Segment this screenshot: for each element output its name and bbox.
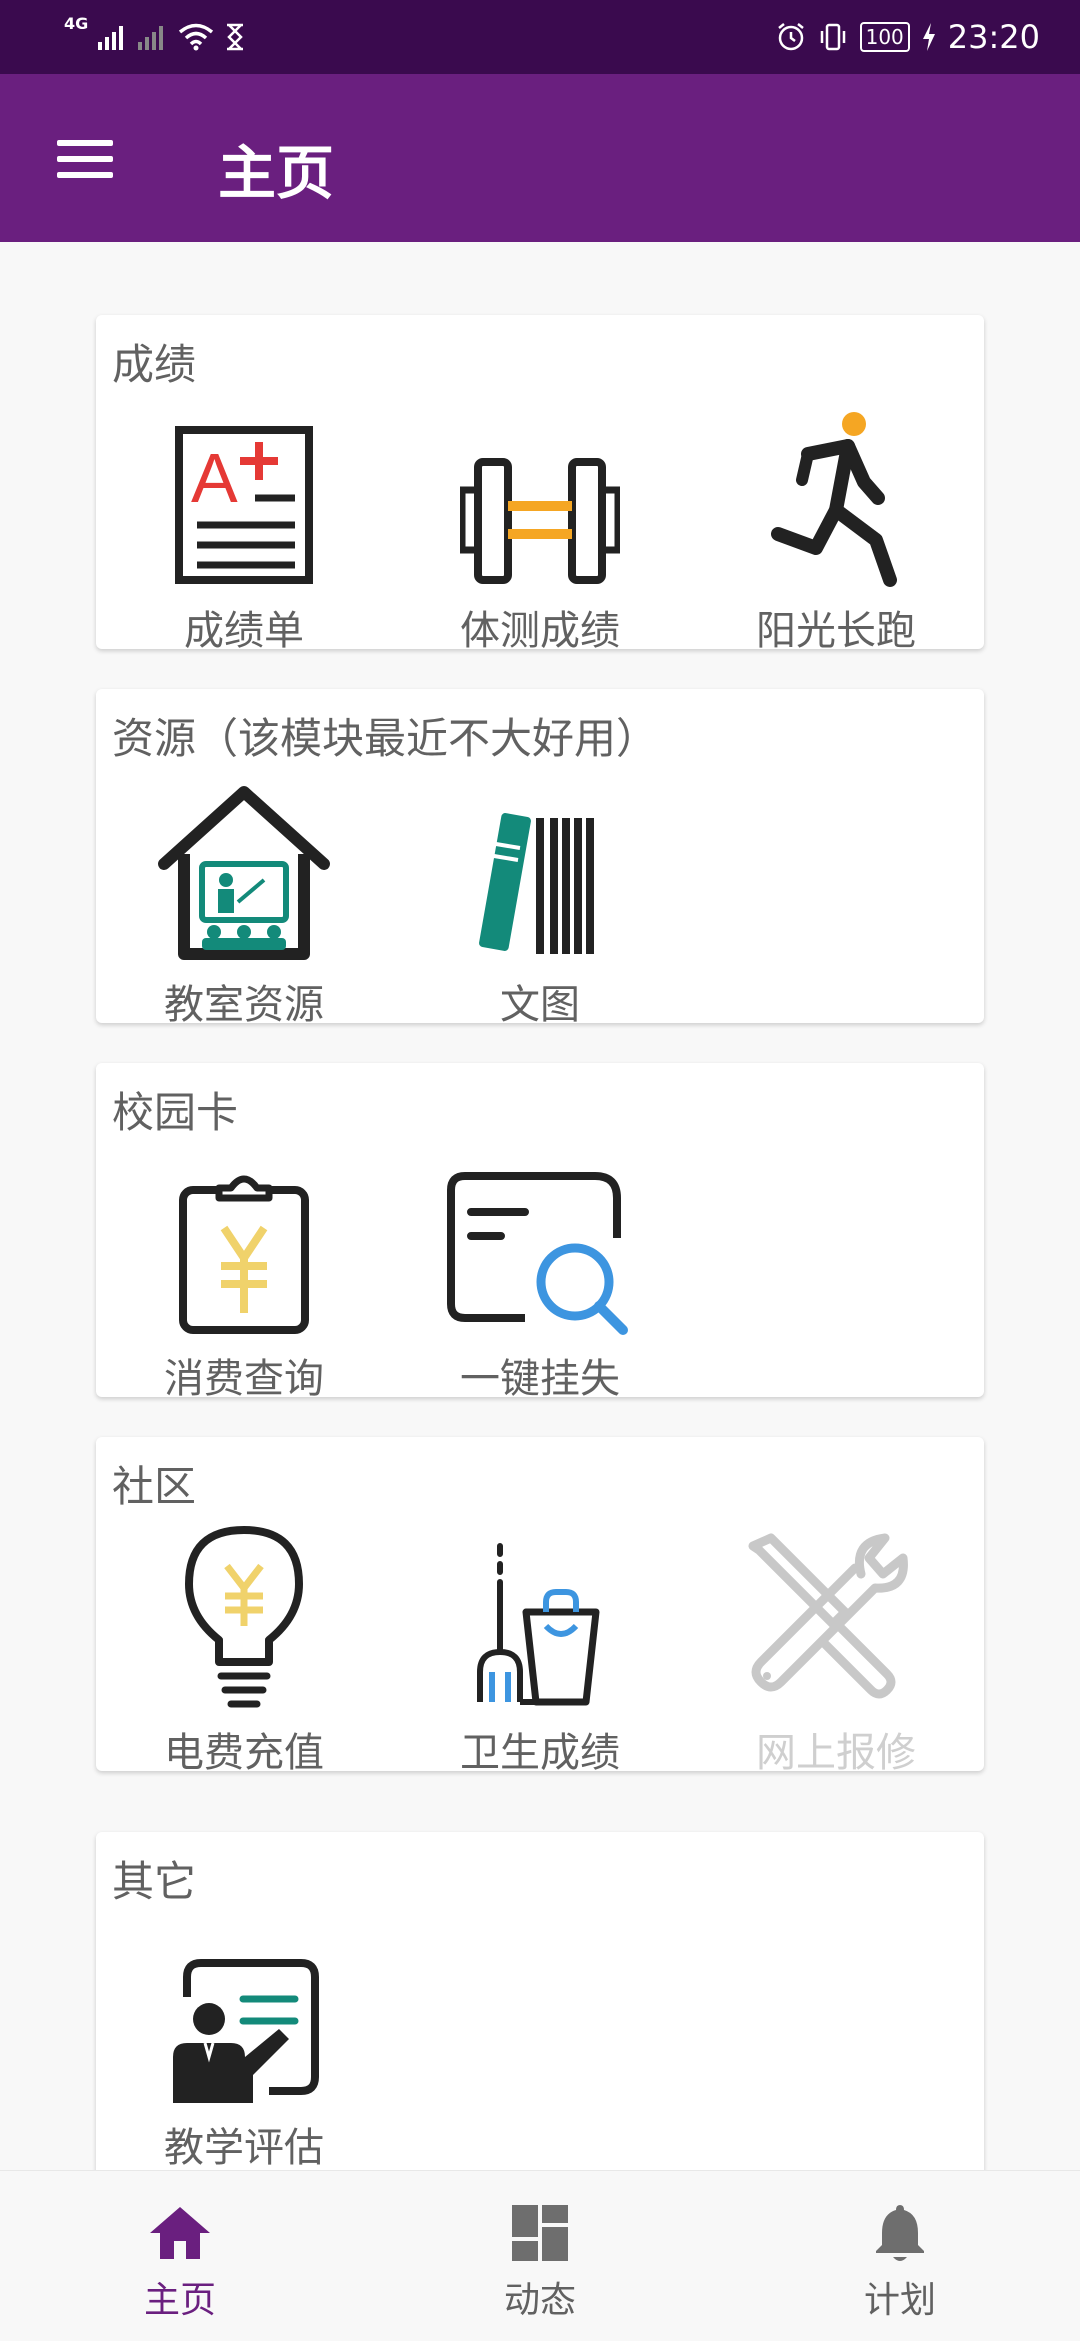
- section-title: 社区: [112, 1462, 197, 1511]
- tile-electricity-recharge[interactable]: 电费充值: [96, 1526, 392, 1787]
- nav-plan[interactable]: 计划: [720, 2171, 1080, 2341]
- section-title: 成绩: [112, 340, 197, 389]
- tile-label: 卫生成绩: [460, 1730, 620, 1776]
- tile-label: 教学评估: [164, 2125, 324, 2170]
- wifi-icon: [179, 23, 214, 51]
- tile-label: 文图: [500, 982, 580, 1028]
- tools-icon: [748, 1533, 908, 1699]
- signal-secondary-icon: [138, 26, 164, 50]
- nav-home[interactable]: 主页: [0, 2171, 360, 2341]
- tile-label: 阳光长跑: [756, 608, 916, 654]
- dumbbell-icon: [460, 458, 620, 584]
- section-resources: 资源（该模块最近不大好用） 教室资源 文图: [96, 689, 984, 1028]
- section-other: 其它 教学评估: [96, 1832, 984, 2170]
- transcript-icon: A: [175, 426, 313, 584]
- lightbulb-yuan-icon: [185, 1526, 303, 1708]
- tile-fitness-score[interactable]: 体测成绩: [392, 405, 688, 665]
- tile-classroom-resources[interactable]: 教室资源: [96, 779, 392, 1039]
- status-time: 23:20: [947, 18, 1040, 56]
- battery-level: 100: [865, 25, 904, 49]
- section-title: 校园卡: [112, 1088, 239, 1137]
- clipboard-yuan-icon: [179, 1175, 309, 1334]
- hamburger-icon: [57, 130, 113, 188]
- page-title: 主页: [218, 139, 335, 207]
- main-content: 成绩 A 成绩单 体测成绩 阳光长跑 资源（该模块最近不大好用） 教室资源 文图…: [0, 242, 1080, 2170]
- section-community: 社区 电费充值 卫生成绩 网上报修: [96, 1437, 984, 1776]
- app-bar: 主页: [0, 74, 1080, 242]
- nav-label: 动态: [503, 2280, 576, 2321]
- bell-icon: [876, 2205, 924, 2261]
- vibrate-icon: [820, 23, 845, 51]
- tile-label: 教室资源: [164, 982, 324, 1028]
- tile-label: 消费查询: [164, 1356, 324, 1402]
- section-title: 其它: [112, 1857, 197, 1906]
- tile-label: 体测成绩: [460, 608, 620, 654]
- teacher-board-icon: [173, 1959, 319, 2103]
- svg-text:A: A: [191, 439, 238, 517]
- tile-report-loss[interactable]: 一键挂失: [392, 1153, 688, 1413]
- runner-icon: [771, 412, 897, 587]
- tile-online-repair[interactable]: 网上报修: [688, 1527, 984, 1787]
- tile-label: 网上报修: [756, 1730, 916, 1776]
- tile-label: 一键挂失: [460, 1356, 620, 1402]
- classroom-house-icon: [158, 786, 330, 960]
- section-campus-card: 校园卡 消费查询 一键挂失: [96, 1063, 984, 1402]
- network-type-label: 4G: [64, 14, 89, 33]
- section-grades: 成绩 A 成绩单 体测成绩 阳光长跑: [96, 315, 984, 654]
- nav-feed[interactable]: 动态: [360, 2171, 720, 2341]
- tile-hygiene-score[interactable]: 卫生成绩: [392, 1527, 688, 1787]
- status-bar: 4G 100 23:20: [0, 0, 1080, 74]
- nav-label: 计划: [863, 2280, 936, 2321]
- battery-indicator: 100: [859, 22, 910, 52]
- menu-button[interactable]: [40, 114, 130, 204]
- dashboard-icon: [512, 2205, 568, 2261]
- alarm-icon: [777, 23, 804, 51]
- tile-sunshine-run[interactable]: 阳光长跑: [688, 405, 984, 665]
- tile-spending-query[interactable]: 消费查询: [96, 1153, 392, 1413]
- nav-label: 主页: [143, 2280, 216, 2321]
- charging-icon: [922, 23, 935, 51]
- section-title: 资源（该模块最近不大好用）: [112, 714, 659, 763]
- tile-label: 电费充值: [164, 1730, 324, 1776]
- books-icon: [479, 813, 594, 954]
- tile-label: 成绩单: [184, 608, 304, 654]
- broom-bucket-icon: [477, 1543, 600, 1706]
- signal-icon: [98, 26, 124, 50]
- tile-library[interactable]: 文图: [392, 779, 688, 1039]
- home-icon: [150, 2207, 210, 2259]
- tile-transcript[interactable]: A 成绩单: [96, 405, 392, 665]
- card-search-icon: [447, 1172, 628, 1335]
- tile-teaching-evaluation[interactable]: 教学评估: [96, 1922, 392, 2170]
- bottom-navigation: 主页 动态 计划: [0, 2170, 1080, 2341]
- hourglass-icon: [227, 23, 244, 51]
